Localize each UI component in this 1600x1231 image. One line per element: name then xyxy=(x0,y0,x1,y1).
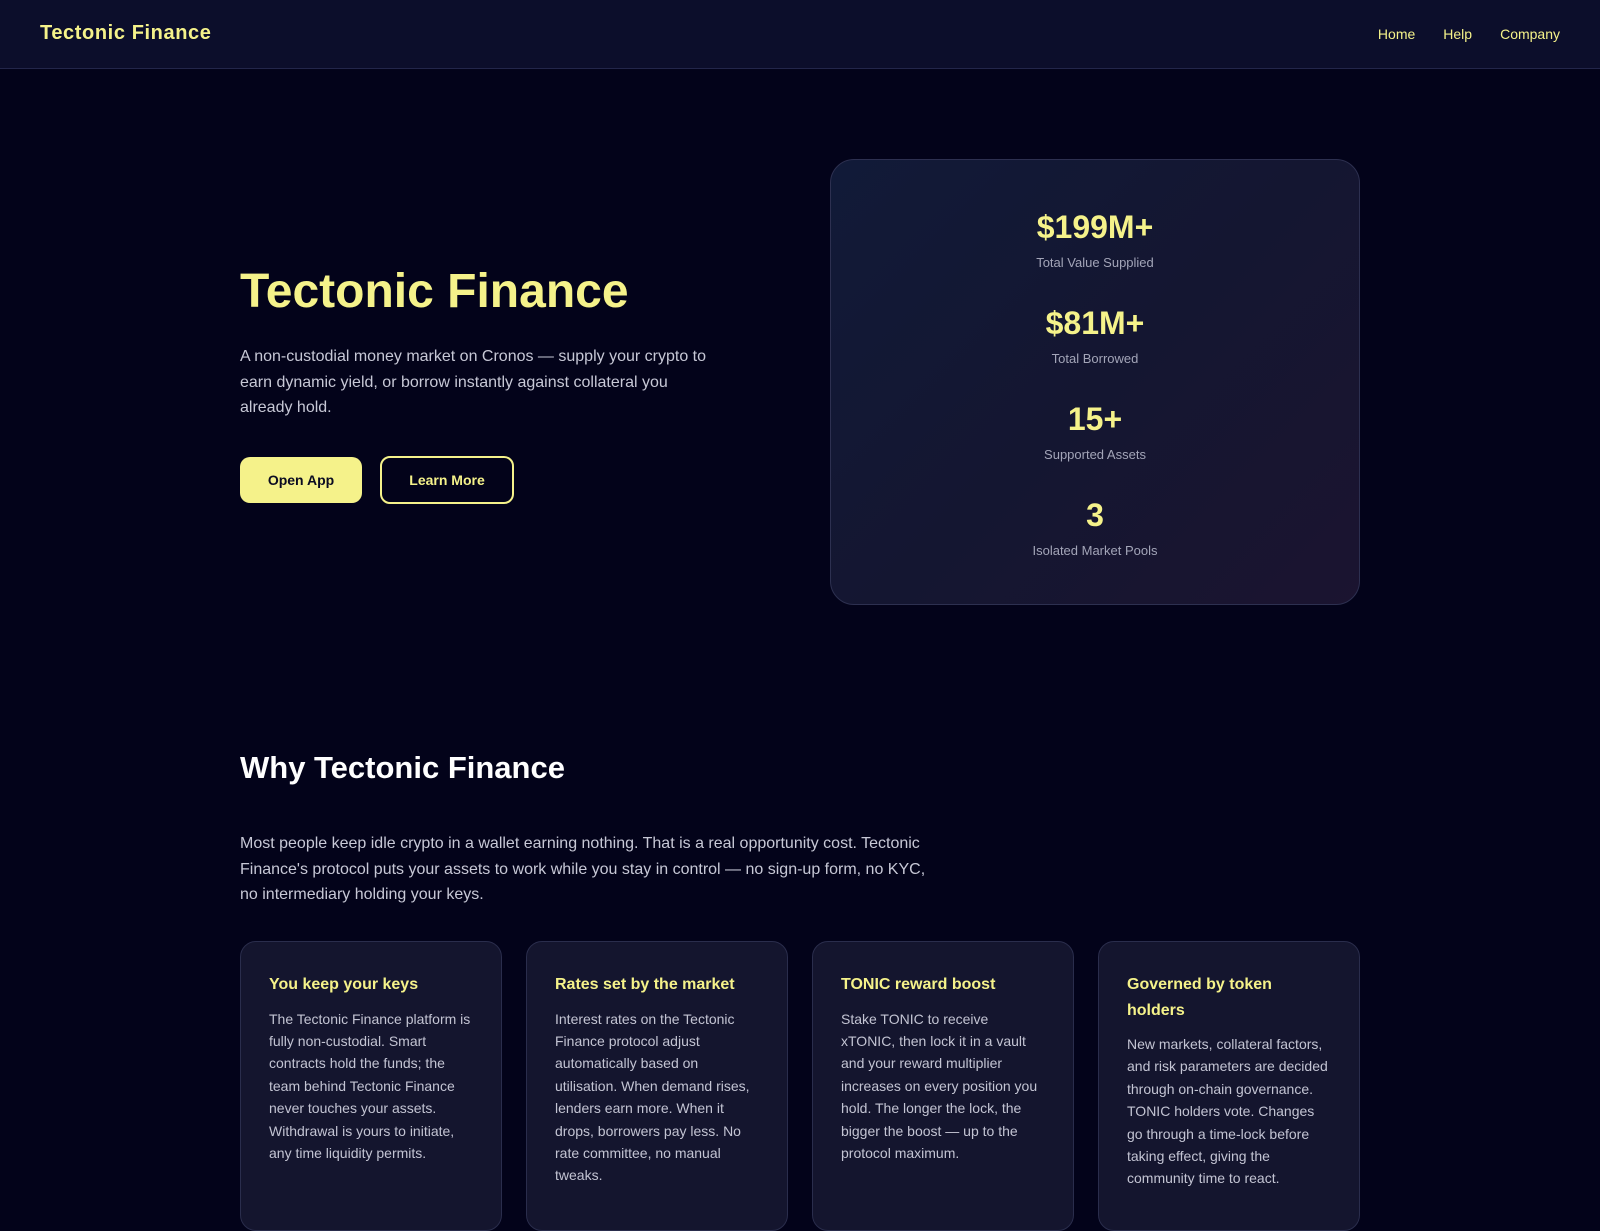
stat-total-value-supplied: $199M+ Total Value Supplied xyxy=(831,209,1359,270)
feature-card-rates: Rates set by the market Interest rates o… xyxy=(526,941,788,1231)
stat-value: $81M+ xyxy=(1045,305,1145,341)
feature-body: The Tectonic Finance platform is fully n… xyxy=(269,1010,471,1161)
nav-company-link[interactable]: Company xyxy=(1500,26,1560,42)
feature-card-tonic-boost: TONIC reward boost Stake TONIC to receiv… xyxy=(812,941,1074,1231)
feature-card-keys: You keep your keys The Tectonic Finance … xyxy=(240,941,502,1231)
feature-title: TONIC reward boost xyxy=(841,976,996,993)
feature-title: Rates set by the market xyxy=(555,976,735,993)
main-nav: Home Help Company xyxy=(1378,26,1560,42)
stats-card: $199M+ Total Value Supplied $81M+ Total … xyxy=(830,159,1360,605)
top-navigation-bar: Tectonic Finance Home Help Company xyxy=(0,0,1600,69)
stat-label: Supported Assets xyxy=(1044,447,1146,462)
stat-label: Total Value Supplied xyxy=(1036,255,1154,270)
hero-section: Tectonic Finance A non-custodial money m… xyxy=(240,262,760,504)
learn-more-button[interactable]: Learn More xyxy=(380,455,514,504)
feature-title: You keep your keys xyxy=(269,976,419,993)
stat-label: Isolated Market Pools xyxy=(1032,543,1158,558)
stat-label: Total Borrowed xyxy=(1051,351,1139,366)
stat-supported-assets: 15+ Supported Assets xyxy=(831,401,1359,462)
why-section-title: Why Tectonic Finance xyxy=(240,750,565,785)
feature-card-governance: Governed by token holders New markets, c… xyxy=(1098,941,1360,1231)
nav-home-link[interactable]: Home xyxy=(1378,26,1415,42)
stat-value: $199M+ xyxy=(1036,209,1154,245)
stat-total-borrowed: $81M+ Total Borrowed xyxy=(831,305,1359,366)
stat-value: 15+ xyxy=(1067,401,1123,437)
hero-button-row: Open App Learn More xyxy=(240,455,760,504)
feature-body: Interest rates on the Tectonic Finance p… xyxy=(555,1010,750,1184)
feature-body: Stake TONIC to receive xTONIC, then lock… xyxy=(841,1010,1038,1161)
why-section-description: Most people keep idle crypto in a wallet… xyxy=(240,835,926,903)
hero-description: A non-custodial money market on Cronos —… xyxy=(240,348,706,416)
stat-isolated-market-pools: 3 Isolated Market Pools xyxy=(831,497,1359,558)
hero-title: Tectonic Finance xyxy=(240,265,629,318)
open-app-button[interactable]: Open App xyxy=(240,456,362,503)
feature-body: New markets, collateral factors, and ris… xyxy=(1127,1036,1328,1187)
stat-value: 3 xyxy=(1086,497,1104,533)
nav-help-link[interactable]: Help xyxy=(1443,26,1472,42)
feature-title: Governed by token holders xyxy=(1127,976,1272,1019)
brand-logo[interactable]: Tectonic Finance xyxy=(40,22,212,45)
